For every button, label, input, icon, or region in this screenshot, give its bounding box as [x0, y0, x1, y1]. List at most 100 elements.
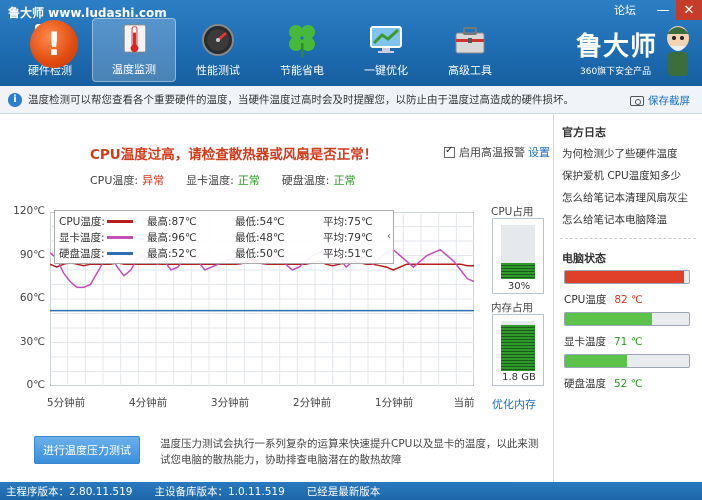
legend-row-disk: 硬盘温度: 最高:52℃ 最低:50℃ 平均:51℃	[59, 245, 373, 261]
nav-temperature-monitor[interactable]: 温度监测	[92, 18, 176, 82]
nav-power-saving[interactable]: 节能省电	[260, 18, 344, 82]
forum-link[interactable]: 论坛	[614, 2, 636, 18]
gpu-temp-readout: 显卡温度 71 ℃	[564, 334, 643, 349]
save-screenshot-button[interactable]: 保存截屏	[630, 93, 690, 108]
high-temp-alarm-toggle[interactable]: 启用高温报警	[444, 144, 525, 160]
gpu-temp-status: 正常	[237, 174, 260, 187]
legend-avg: 平均:75℃	[323, 215, 373, 228]
memory-usage-fill	[501, 325, 535, 371]
title-header: 鲁大师 www.ludashi.com 论坛 — ✕ 硬件检测 温度监测 性能测…	[0, 0, 702, 86]
legend-min: 最低:50℃	[235, 247, 285, 260]
settings-link[interactable]: 设置	[528, 144, 550, 160]
status-bar: 主程序版本：2.80.11.519 主设备库版本：1.0.11.519 已经是最…	[0, 482, 702, 500]
close-icon[interactable]: ✕	[676, 0, 702, 20]
cpu-temp-label: CPU温度:	[90, 174, 139, 187]
gpu-temp-value: 71 ℃	[614, 336, 643, 348]
legend-min: 最低:48℃	[235, 231, 285, 244]
legend-avg: 平均:79℃	[323, 231, 373, 244]
brand-name: 鲁大师	[576, 32, 658, 62]
stress-test-description: 温度压力测试会执行一系列复杂的运算来快速提升CPU以及显卡的温度，以此来测试您电…	[160, 438, 539, 466]
memory-usage-title: 内存占用	[491, 302, 533, 314]
gpu-temp-bar-fill	[565, 313, 652, 325]
cpu-temp-label: CPU温度	[564, 294, 607, 306]
disk-temp-bar	[564, 354, 690, 368]
alarm-checkbox[interactable]	[444, 145, 455, 158]
legend-swatch-disk	[107, 251, 133, 255]
x-tick-label: 5分钟前	[46, 397, 86, 409]
y-tick-label: 0℃	[26, 379, 45, 391]
sidebar: 官方日志 为何检测少了些硬件温度 保护爱机 CPU温度知多少 怎么给笔记本清理风…	[554, 114, 702, 482]
legend-max: 最高:96℃	[147, 231, 197, 244]
x-tick-label: 当前	[453, 397, 475, 409]
y-tick-label: 60℃	[19, 292, 45, 304]
legend-row-cpu: CPU温度: 最高:87℃ 最低:54℃ 平均:75℃	[59, 213, 373, 229]
nav-label: 温度监测	[112, 63, 156, 76]
log-link[interactable]: 怎么给笔记本电脑降温	[562, 212, 667, 227]
y-tick-label: 30℃	[19, 335, 45, 348]
info-bar: i 温度检测可以帮您查看各个重要硬件的温度，当硬件温度过高时会及时提醒您，以防止…	[0, 86, 702, 114]
brand-logo: 鲁大师 360旗下安全产品	[576, 22, 694, 82]
main-version: 主程序版本：2.80.11.519	[6, 485, 133, 498]
y-tick-label: 120℃	[13, 205, 45, 217]
nav-label: 性能测试	[196, 64, 240, 77]
mascot-avatar-icon	[667, 26, 689, 76]
alarm-label: 启用高温报警	[459, 146, 525, 159]
camera-icon	[630, 95, 644, 106]
log-link[interactable]: 怎么给笔记本清理风扇灰尘	[562, 190, 688, 205]
legend-collapse-icon[interactable]: ‹	[387, 231, 391, 242]
gpu-temp-bar	[564, 312, 690, 326]
nav-label: 节能省电	[280, 64, 324, 77]
legend-name: 显卡温度:	[59, 231, 105, 244]
x-tick-label: 1分钟前	[374, 397, 414, 409]
window-controls: 论坛 — ✕	[614, 0, 702, 20]
temperature-status-row: CPU温度: 异常 显卡温度: 正常 硬盘温度: 正常	[90, 172, 378, 188]
legend-name: CPU温度:	[59, 215, 105, 228]
nav-performance-test[interactable]: 性能测试	[176, 18, 260, 82]
cpu-usage-title: CPU占用	[491, 206, 534, 218]
nav-one-click-optimize[interactable]: 一键优化	[344, 18, 428, 82]
brand-subtitle: 360旗下安全产品	[580, 67, 652, 77]
cpu-usage-fill	[501, 262, 535, 279]
cpu-usage-track	[501, 225, 535, 279]
memory-usage-value: 1.8 GB	[502, 372, 536, 383]
y-tick-label: 90℃	[19, 248, 45, 261]
sidebar-divider	[560, 238, 696, 239]
optimize-memory-link[interactable]: 优化内存	[492, 396, 536, 412]
screen-optimize-icon	[370, 26, 402, 53]
gpu-temp-label: 显卡温度	[564, 336, 606, 348]
gpu-temp-label: 显卡温度:	[186, 174, 234, 187]
legend-max: 最高:52℃	[147, 247, 197, 260]
official-log-title: 官方日志	[562, 126, 606, 139]
disk-temp-label: 硬盘温度	[564, 378, 606, 390]
cpu-temp-bar-fill	[565, 271, 685, 283]
cpu-temp-status: 异常	[142, 174, 165, 187]
minimize-icon[interactable]: —	[650, 0, 676, 20]
stress-test-button[interactable]: 进行温度压力测试	[34, 436, 140, 464]
thermometer-icon	[123, 24, 147, 53]
log-link[interactable]: 保护爱机 CPU温度知多少	[562, 168, 681, 183]
memory-usage-gauge: 1.8 GB	[492, 314, 544, 386]
cpu-temp-readout: CPU温度 82 ℃	[564, 292, 643, 307]
nav-label: 一键优化	[364, 64, 408, 77]
legend-row-gpu: 显卡温度: 最高:96℃ 最低:48℃ 平均:79℃	[59, 229, 373, 245]
save-screenshot-label: 保存截屏	[648, 95, 690, 107]
disk-temp-bar-fill	[565, 355, 627, 367]
legend-avg: 平均:51℃	[323, 247, 373, 260]
main-nav: 硬件检测 温度监测 性能测试 节能省电 一键优化 高级工具	[8, 18, 512, 82]
cpu-temp-bar	[564, 270, 690, 284]
disk-temp-label: 硬盘温度:	[281, 174, 330, 187]
cpu-usage-value: 30%	[507, 281, 531, 292]
cpu-temp-value: 82 ℃	[614, 294, 643, 306]
toolbox-icon	[455, 27, 485, 54]
x-tick-label: 2分钟前	[292, 397, 332, 409]
update-status: 已经是最新版本	[306, 485, 381, 498]
legend-swatch-cpu	[107, 219, 133, 223]
x-tick-label: 4分钟前	[128, 397, 168, 409]
x-tick-label: 3分钟前	[210, 397, 250, 409]
legend-name: 硬盘温度:	[59, 247, 105, 260]
log-link[interactable]: 为何检测少了些硬件温度	[562, 146, 678, 161]
memory-usage-track	[501, 321, 535, 371]
device-library-version: 主设备库版本：1.0.11.519	[154, 485, 285, 498]
chart-legend: CPU温度: 最高:87℃ 最低:54℃ 平均:75℃ 显卡温度: 最高:96℃…	[54, 210, 394, 264]
nav-advanced-tools[interactable]: 高级工具	[428, 18, 512, 82]
